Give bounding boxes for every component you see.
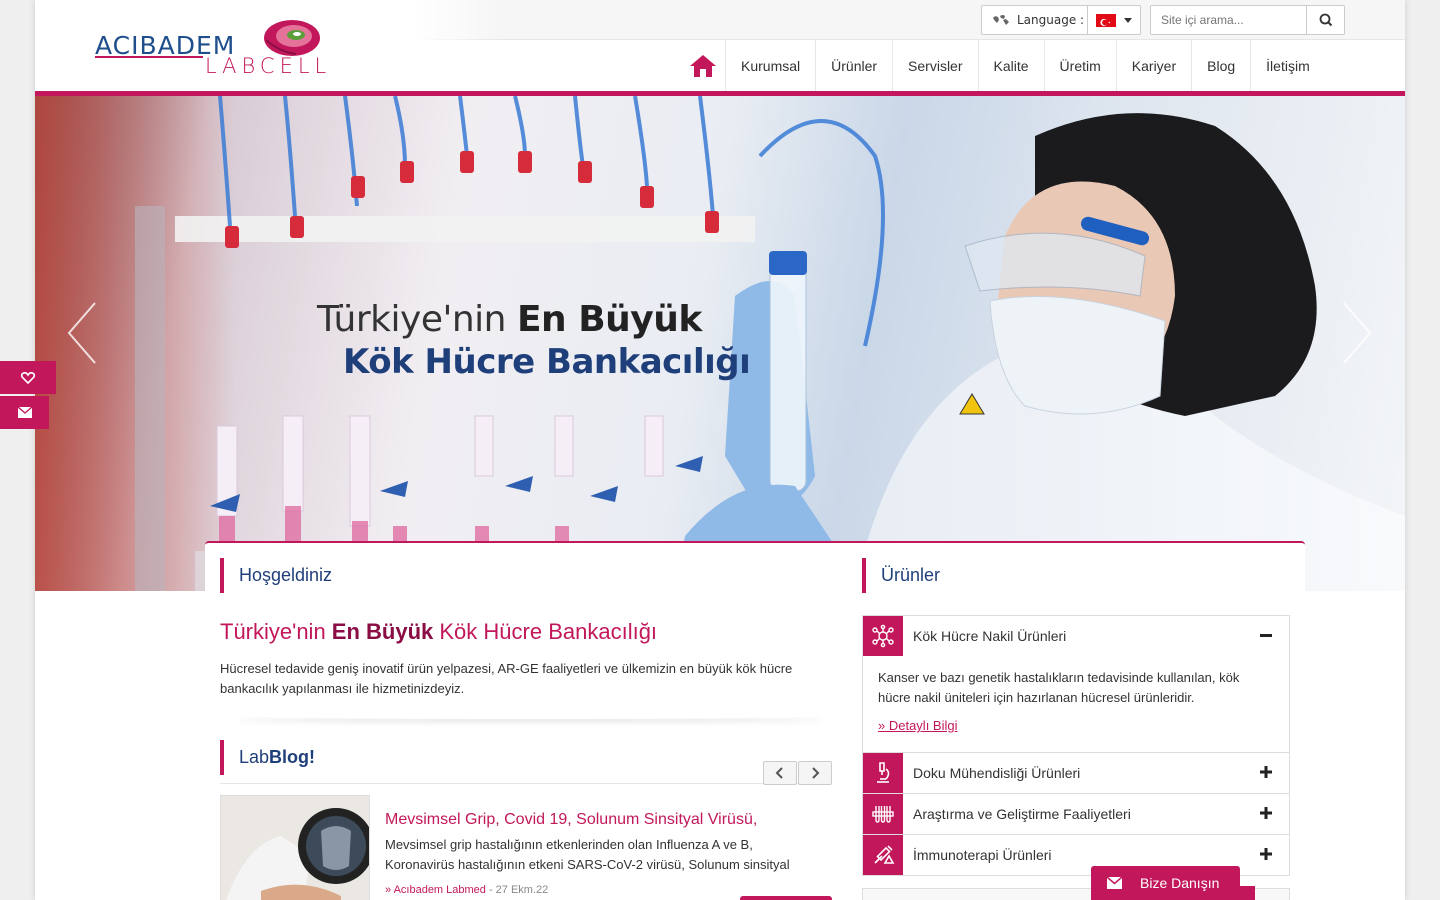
plus-icon[interactable] [1259, 765, 1273, 779]
accordion-item-research: Araştırma ve Geliştirme Faaliyetleri [863, 794, 1289, 835]
blog-next-button[interactable] [798, 761, 832, 785]
search-button[interactable] [1306, 6, 1344, 34]
accordion-body: Kanser ve bazı genetik hastalıkların ted… [863, 656, 1289, 752]
blog-post-title[interactable]: Mevsimsel Grip, Covid 19, Solunum Sinsit… [385, 811, 757, 829]
nav-item-uretim[interactable]: Üretim [1045, 40, 1117, 91]
logo-cell-icon [264, 20, 320, 56]
chevron-down-icon [1124, 18, 1132, 23]
nav-item-kurumsal[interactable]: Kurumsal [726, 40, 817, 91]
nav-item-iletisim[interactable]: İletişim [1251, 40, 1325, 91]
blog-post-date: - 27 Ekm.22 [485, 884, 549, 896]
consult-us-label: Bize Danışın [1140, 875, 1220, 891]
language-label: Language : [1017, 13, 1085, 27]
details-link[interactable]: » Detaylı Bilgi [878, 716, 957, 736]
nav-item-blog[interactable]: Blog [1192, 40, 1252, 91]
nav-item-servisler[interactable]: Servisler [893, 40, 979, 91]
site-logo[interactable]: ACIBADEM LABCELL [95, 16, 326, 80]
blog-post-meta: » Acıbadem Labmed - 27 Ekm.22 [385, 884, 548, 896]
accordion-header[interactable]: Araştırma ve Geliştirme Faaliyetleri [863, 794, 1289, 834]
plus-icon[interactable] [1259, 806, 1273, 820]
envelope-icon [1107, 877, 1122, 889]
accordion-label: İmmunoterapi Ürünleri [913, 847, 1052, 863]
consult-us-button[interactable]: Bize Danışın [1091, 866, 1240, 900]
products-accordion: Kök Hücre Nakil Ürünleri Kanser ve bazı … [862, 615, 1290, 876]
chevron-right-icon [812, 767, 820, 779]
site-header: ACIBADEM LABCELL Language : Site içi ara… [35, 0, 1405, 91]
accordion-header[interactable]: Doku Mühendisliği Ürünleri [863, 753, 1289, 793]
nav-item-urunler[interactable]: Ürünler [816, 40, 894, 91]
slider-prev-arrow-icon[interactable] [65, 301, 99, 365]
search-icon [1319, 13, 1333, 27]
read-more-button[interactable] [740, 896, 832, 900]
site-search [1150, 5, 1345, 35]
accordion-item-tissue: Doku Mühendisliği Ürünleri [863, 753, 1289, 794]
products-section-title: Ürünler [862, 558, 940, 593]
minus-icon[interactable] [1259, 628, 1273, 642]
nav-item-kariyer[interactable]: Kariyer [1117, 40, 1193, 91]
plus-icon[interactable] [1259, 847, 1273, 861]
nav-home[interactable] [680, 40, 726, 91]
accordion-body-text: Kanser ve bazı genetik hastalıkların ted… [878, 670, 1240, 705]
accordion-label: Araştırma ve Geliştirme Faaliyetleri [913, 806, 1131, 822]
contact-mail-button[interactable] [0, 396, 49, 429]
accordion-label: Kök Hücre Nakil Ürünleri [913, 628, 1067, 644]
accordion-item-stem-cell: Kök Hücre Nakil Ürünleri Kanser ve bazı … [863, 616, 1289, 753]
language-selector[interactable]: Language : [981, 5, 1141, 35]
heart-icon [21, 371, 35, 384]
welcome-lead: Hücresel tedavide geniş inovatif ürün ye… [220, 661, 793, 696]
welcome-section-title: Hoşgeldiniz [220, 558, 332, 593]
hero-slider: Türkiye'nin En Büyük Kök Hücre Bankacılı… [35, 96, 1405, 591]
microscope-icon [863, 753, 903, 793]
slider-next-arrow-icon[interactable] [1340, 301, 1374, 365]
hero-subheadline: Kök Hücre Bankacılığı [343, 342, 751, 382]
page: ACIBADEM LABCELL Language : Site içi ara… [35, 0, 1405, 900]
nav-item-kalite[interactable]: Kalite [979, 40, 1045, 91]
main-nav: Kurumsal Ürünler Servisler Kalite Üretim… [680, 40, 1325, 91]
accordion-header[interactable]: Kök Hücre Nakil Ürünleri [863, 616, 1289, 656]
blog-post-excerpt: Mevsimsel grip hastalığının etkenlerinde… [385, 837, 790, 872]
blog-section-title: Lab Blog! [220, 740, 315, 775]
divider-shadow [235, 713, 825, 719]
content-panel: Hoşgeldiniz Türkiye'nin En Büyük Kök Hüc… [205, 541, 1305, 900]
welcome-headline: Türkiye'nin En Büyük Kök Hücre Bankacılı… [220, 619, 658, 644]
blog-prev-button[interactable] [763, 761, 797, 785]
home-icon [689, 54, 716, 77]
blog-post-thumbnail[interactable] [220, 795, 370, 900]
hero-headline: Türkiye'nin En Büyük [317, 299, 702, 340]
search-input[interactable] [1151, 6, 1306, 34]
envelope-icon [17, 407, 32, 418]
turkey-flag-icon [1096, 14, 1116, 27]
accordion-label: Doku Mühendisliği Ürünleri [913, 765, 1081, 781]
world-map-icon [993, 15, 1009, 25]
test-tubes-icon [863, 794, 903, 834]
favorite-button[interactable] [0, 361, 56, 394]
chevron-left-icon [775, 767, 783, 779]
stem-cell-icon [863, 616, 903, 656]
blog-post-author[interactable]: » Acıbadem Labmed [385, 884, 486, 896]
syringe-icon [863, 835, 903, 875]
